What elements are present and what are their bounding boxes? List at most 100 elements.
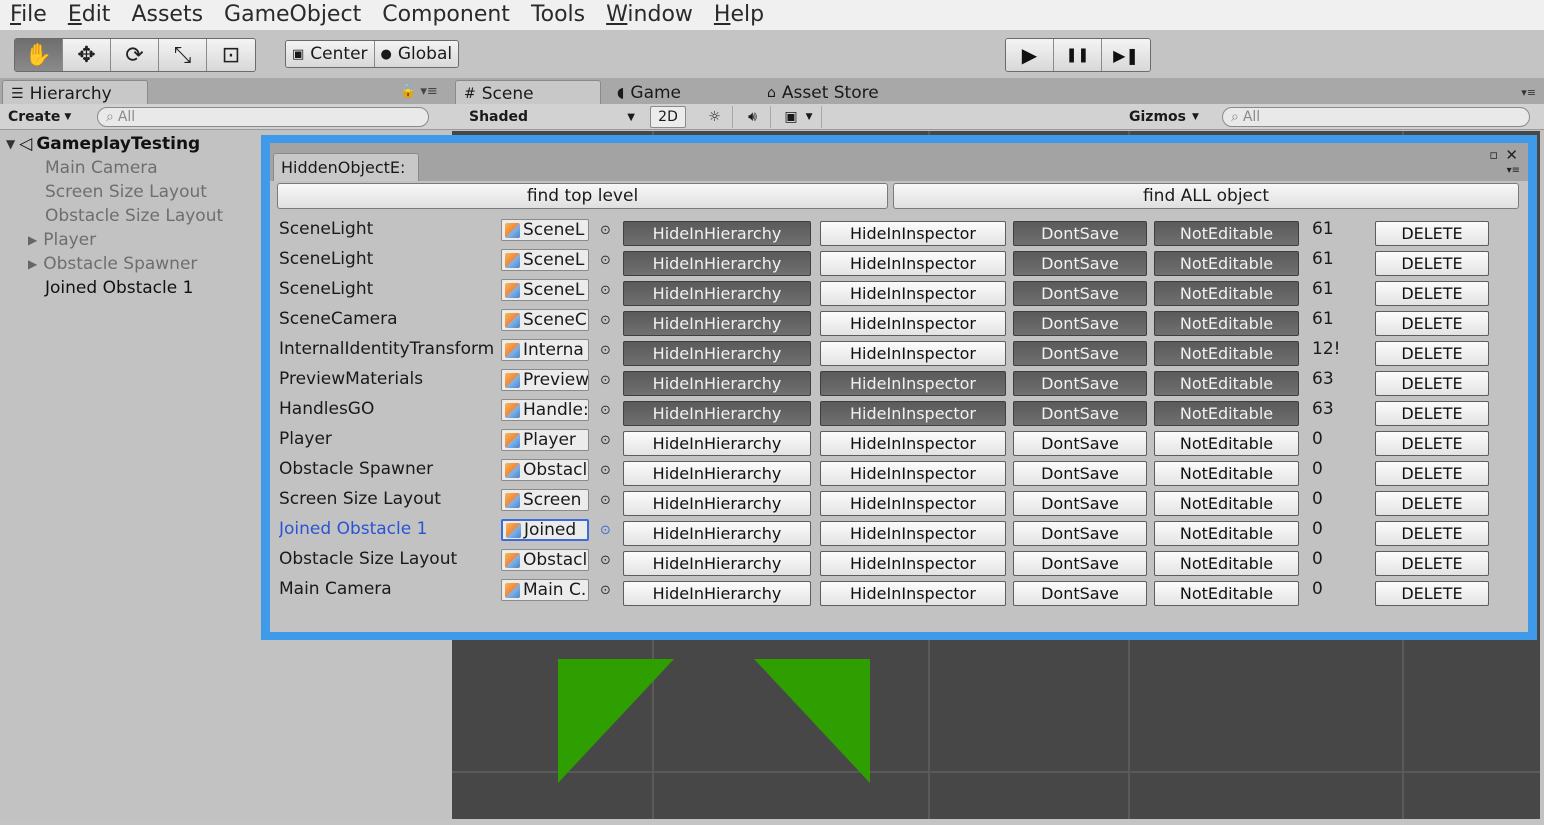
tab-hidden-object-editor[interactable]: HiddenObjectE: (273, 153, 419, 181)
delete-button[interactable]: DELETE (1375, 521, 1489, 546)
hide-in-hierarchy-button[interactable]: HideInHierarchy (623, 581, 811, 606)
object-picker-icon[interactable]: ⊙ (600, 583, 611, 598)
play-button[interactable]: ▶ (1006, 39, 1054, 71)
move-tool-button[interactable]: ✥ (63, 39, 111, 71)
hierarchy-root-scene[interactable]: ▼ ◁ GameplayTesting (6, 132, 200, 156)
dont-save-button[interactable]: DontSave (1013, 281, 1147, 306)
not-editable-button[interactable]: NotEditable (1154, 221, 1299, 246)
delete-button[interactable]: DELETE (1375, 551, 1489, 576)
hierarchy-item[interactable]: ▶ Player (28, 228, 96, 252)
hide-in-inspector-button[interactable]: HideInInspector (820, 461, 1006, 486)
dont-save-button[interactable]: DontSave (1013, 581, 1147, 606)
dont-save-button[interactable]: DontSave (1013, 521, 1147, 546)
menu-assets[interactable]: Assets (131, 1, 203, 29)
collapsed-arrow-icon[interactable]: ▶ (28, 257, 37, 271)
panel-menu-icon[interactable]: ▾≡ (1507, 165, 1520, 176)
rect-tool-button[interactable]: ⊡ (207, 39, 255, 71)
not-editable-button[interactable]: NotEditable (1154, 491, 1299, 516)
scene-search-input[interactable]: ⌕ All (1222, 107, 1530, 127)
object-picker-icon[interactable]: ⊙ (600, 403, 611, 418)
hide-in-hierarchy-button[interactable]: HideInHierarchy (623, 431, 811, 456)
panel-menu-icon[interactable]: ▾≡ (1521, 86, 1536, 99)
object-picker-icon[interactable]: ⊙ (600, 523, 611, 538)
object-field[interactable]: Handle: (501, 399, 589, 421)
shading-mode-dropdown[interactable]: Shaded ▼ (461, 106, 641, 128)
hierarchy-item[interactable]: Main Camera (45, 156, 158, 180)
hierarchy-item[interactable]: Obstacle Size Layout (45, 204, 223, 228)
expand-arrow-icon[interactable]: ▼ (6, 137, 15, 151)
hide-in-hierarchy-button[interactable]: HideInHierarchy (623, 551, 811, 576)
delete-button[interactable]: DELETE (1375, 311, 1489, 336)
not-editable-button[interactable]: NotEditable (1154, 281, 1299, 306)
space-global-button[interactable]: ● Global (374, 41, 459, 67)
menu-window[interactable]: Window (606, 1, 693, 29)
object-field[interactable]: Screen (501, 489, 589, 511)
hand-tool-button[interactable]: ✋ (15, 39, 63, 71)
collapsed-arrow-icon[interactable]: ▶ (28, 233, 37, 247)
menu-gameobject[interactable]: GameObject (224, 1, 361, 29)
object-field[interactable]: Joined (501, 519, 589, 541)
object-field[interactable]: Obstacl (501, 549, 589, 571)
audio-toggle[interactable]: 🔊︎ (735, 106, 771, 128)
step-button[interactable]: ▶❚ (1102, 39, 1150, 71)
not-editable-button[interactable]: NotEditable (1154, 521, 1299, 546)
effects-dropdown[interactable]: ▣ ▼ (776, 106, 822, 128)
object-field[interactable]: SceneL (501, 249, 589, 271)
hide-in-hierarchy-button[interactable]: HideInHierarchy (623, 371, 811, 396)
not-editable-button[interactable]: NotEditable (1154, 371, 1299, 396)
object-field[interactable]: Obstacl (501, 459, 589, 481)
hide-in-hierarchy-button[interactable]: HideInHierarchy (623, 521, 811, 546)
object-field[interactable]: SceneL (501, 279, 589, 301)
hide-in-inspector-button[interactable]: HideInInspector (820, 251, 1006, 276)
hide-in-inspector-button[interactable]: HideInInspector (820, 521, 1006, 546)
object-field[interactable]: SceneC (501, 309, 589, 331)
object-field[interactable]: Preview (501, 369, 589, 391)
menu-tools[interactable]: Tools (531, 1, 585, 29)
not-editable-button[interactable]: NotEditable (1154, 551, 1299, 576)
object-picker-icon[interactable]: ⊙ (600, 373, 611, 388)
find-top-level-button[interactable]: find top level (277, 183, 888, 209)
pivot-center-button[interactable]: ▣ Center (286, 41, 375, 67)
object-picker-icon[interactable]: ⊙ (600, 253, 611, 268)
delete-button[interactable]: DELETE (1375, 401, 1489, 426)
tab-hierarchy[interactable]: ☰ Hierarchy (2, 80, 148, 106)
hide-in-hierarchy-button[interactable]: HideInHierarchy (623, 461, 811, 486)
menu-file[interactable]: File (10, 1, 47, 29)
toggle-2d-button[interactable]: 2D (650, 106, 686, 128)
menu-help[interactable]: Help (714, 1, 764, 29)
delete-button[interactable]: DELETE (1375, 341, 1489, 366)
dont-save-button[interactable]: DontSave (1013, 341, 1147, 366)
hide-in-hierarchy-button[interactable]: HideInHierarchy (623, 281, 811, 306)
lock-icon[interactable]: 🔒 ▾≡ (400, 84, 438, 99)
hierarchy-item[interactable]: Joined Obstacle 1 (45, 276, 193, 300)
maximize-icon[interactable]: ▫ (1489, 148, 1498, 163)
tab-asset-store[interactable]: ⌂ Asset Store (759, 80, 929, 106)
rotate-tool-button[interactable]: ⟳ (111, 39, 159, 71)
hide-in-hierarchy-button[interactable]: HideInHierarchy (623, 401, 811, 426)
dont-save-button[interactable]: DontSave (1013, 461, 1147, 486)
hide-in-inspector-button[interactable]: HideInInspector (820, 431, 1006, 456)
dont-save-button[interactable]: DontSave (1013, 221, 1147, 246)
hide-in-inspector-button[interactable]: HideInInspector (820, 311, 1006, 336)
hide-in-hierarchy-button[interactable]: HideInHierarchy (623, 221, 811, 246)
delete-button[interactable]: DELETE (1375, 431, 1489, 456)
hide-in-inspector-button[interactable]: HideInInspector (820, 341, 1006, 366)
find-all-object-button[interactable]: find ALL object (893, 183, 1519, 209)
object-field[interactable]: Main C. (501, 579, 589, 601)
create-dropdown[interactable]: Create ▼ (8, 107, 71, 127)
hide-in-inspector-button[interactable]: HideInInspector (820, 371, 1006, 396)
gizmos-dropdown[interactable]: Gizmos ▼ (1129, 106, 1199, 128)
hide-in-inspector-button[interactable]: HideInInspector (820, 581, 1006, 606)
hide-in-inspector-button[interactable]: HideInInspector (820, 281, 1006, 306)
scale-tool-button[interactable]: ⤡ (159, 39, 207, 71)
not-editable-button[interactable]: NotEditable (1154, 461, 1299, 486)
tab-game[interactable]: ◖ Game (609, 80, 759, 106)
pause-button[interactable]: ❚❚ (1054, 39, 1102, 71)
dont-save-button[interactable]: DontSave (1013, 491, 1147, 516)
hide-in-hierarchy-button[interactable]: HideInHierarchy (623, 341, 811, 366)
hide-in-hierarchy-button[interactable]: HideInHierarchy (623, 251, 811, 276)
object-field[interactable]: Player (501, 429, 589, 451)
hide-in-hierarchy-button[interactable]: HideInHierarchy (623, 311, 811, 336)
object-picker-icon[interactable]: ⊙ (600, 493, 611, 508)
dont-save-button[interactable]: DontSave (1013, 251, 1147, 276)
